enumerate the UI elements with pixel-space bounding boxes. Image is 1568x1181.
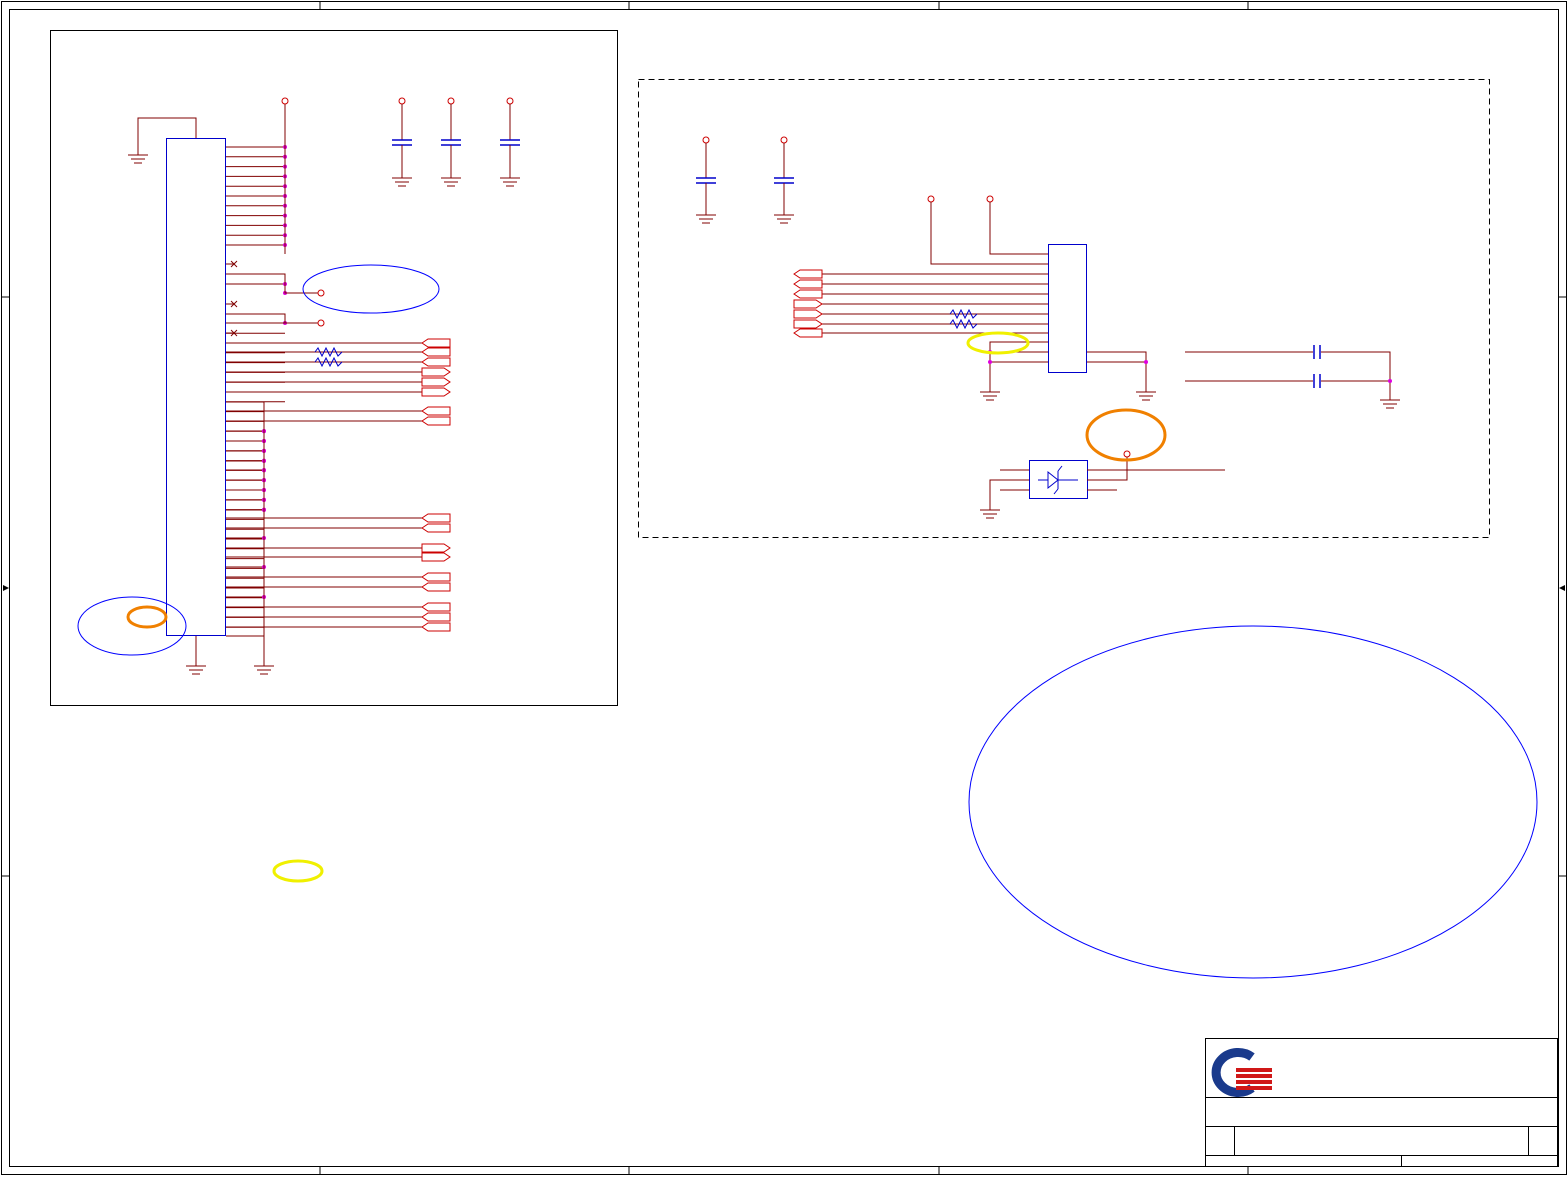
capacitor-icon[interactable] xyxy=(500,139,520,146)
power-port-icon[interactable] xyxy=(1123,450,1131,458)
junction-dot xyxy=(1388,379,1392,383)
chip-pin-wires xyxy=(822,273,1048,334)
junction-dot xyxy=(1144,360,1148,364)
off-page-connector-icon[interactable] xyxy=(421,543,451,553)
off-page-connector-icon[interactable] xyxy=(793,269,823,279)
tvs-ground-wire xyxy=(989,479,1029,510)
capacitor-icon[interactable] xyxy=(441,139,461,146)
off-page-connector-icon[interactable] xyxy=(793,279,823,289)
power-port-icon[interactable] xyxy=(702,136,710,144)
left-block-border xyxy=(50,30,618,706)
off-page-connector-icon[interactable] xyxy=(793,289,823,299)
connector-pin-wires xyxy=(226,145,422,637)
ground-symbol-icon xyxy=(441,177,461,187)
ic-chip[interactable] xyxy=(1048,244,1087,373)
off-page-connector-icon[interactable] xyxy=(421,622,451,632)
off-page-connector-icon[interactable] xyxy=(421,552,451,562)
power-port-icon[interactable] xyxy=(927,195,935,203)
company-logo-icon xyxy=(1211,1048,1272,1097)
capacitor-icon[interactable] xyxy=(696,177,716,184)
capacitor-icon[interactable] xyxy=(1313,345,1321,359)
power-port-icon[interactable] xyxy=(780,136,788,144)
off-page-connector-icon[interactable] xyxy=(421,347,451,357)
coupling-wire-1b xyxy=(1321,351,1391,400)
ground-symbol-icon xyxy=(696,214,716,224)
title-block xyxy=(1205,1038,1558,1167)
power-port-icon[interactable] xyxy=(447,97,455,105)
schematic-sheet xyxy=(0,0,1568,1176)
ground-symbol-icon xyxy=(980,509,1000,519)
decoupling-caps-top xyxy=(392,97,520,187)
ground-symbol-icon xyxy=(774,214,794,224)
off-page-connector-icon[interactable] xyxy=(421,357,451,367)
schematic-canvas xyxy=(1,1,1567,1175)
off-page-connector-icon[interactable] xyxy=(421,513,451,523)
off-page-connector-icon[interactable] xyxy=(421,367,451,377)
off-page-connector-icon[interactable] xyxy=(421,572,451,582)
decoupling-caps-right xyxy=(696,136,794,224)
ground-symbol-icon xyxy=(254,665,274,675)
power-port-icon[interactable] xyxy=(317,289,325,297)
off-page-connector-icon[interactable] xyxy=(421,602,451,612)
power-port-icon[interactable] xyxy=(398,97,406,105)
capacitor-icon[interactable] xyxy=(774,177,794,184)
off-page-connectors-right xyxy=(793,269,823,338)
off-page-connector-icon[interactable] xyxy=(421,377,451,387)
power-port-icon[interactable] xyxy=(317,319,325,327)
off-page-connector-icon[interactable] xyxy=(421,523,451,533)
highlight-ellipse-blue xyxy=(302,264,440,314)
power-port-icon[interactable] xyxy=(281,97,289,105)
junction-dot xyxy=(988,360,992,364)
off-page-connector-icon[interactable] xyxy=(421,582,451,592)
off-page-connector-icon[interactable] xyxy=(421,387,451,397)
note-ellipse xyxy=(968,625,1538,979)
highlight-ellipse-orange xyxy=(1085,408,1167,462)
dashed-region xyxy=(638,79,1490,538)
chip-power-wire-2 xyxy=(989,202,1048,255)
highlight-ellipse-yellow xyxy=(272,859,324,883)
highlight-ellipse-yellow xyxy=(966,331,1030,355)
ground-symbol-icon xyxy=(1136,391,1156,401)
connector-body[interactable] xyxy=(166,138,226,636)
off-page-connector-icon[interactable] xyxy=(421,416,451,426)
tvs-diode-symbol-icon xyxy=(1038,465,1078,495)
ground-symbol-icon xyxy=(500,177,520,187)
ground-symbol-icon xyxy=(980,391,1000,401)
ground-symbol-icon xyxy=(1380,399,1400,409)
off-page-connector-icon[interactable] xyxy=(421,406,451,416)
off-page-connector-icon[interactable] xyxy=(793,319,823,329)
capacitor-icon[interactable] xyxy=(1313,374,1321,388)
nc-net-wire-2 xyxy=(226,313,318,324)
off-page-connector-icon[interactable] xyxy=(421,612,451,622)
highlight-ellipse-blue xyxy=(77,596,187,656)
off-page-connector-icon[interactable] xyxy=(793,328,823,338)
off-page-connector-icon[interactable] xyxy=(793,309,823,319)
power-port-icon[interactable] xyxy=(986,195,994,203)
power-port-icon[interactable] xyxy=(506,97,514,105)
off-page-connectors-left xyxy=(421,338,451,632)
chip-ground-wire-right xyxy=(1087,351,1147,392)
resistor-icon[interactable] xyxy=(949,308,978,330)
off-page-connector-icon[interactable] xyxy=(793,299,823,309)
off-page-connector-icon[interactable] xyxy=(421,338,451,348)
capacitor-icon[interactable] xyxy=(392,139,412,146)
highlight-ellipse-orange xyxy=(126,605,168,629)
ground-symbol-icon xyxy=(392,177,412,187)
ground-symbol-icon xyxy=(186,665,206,675)
ground-symbol-icon xyxy=(128,154,148,164)
